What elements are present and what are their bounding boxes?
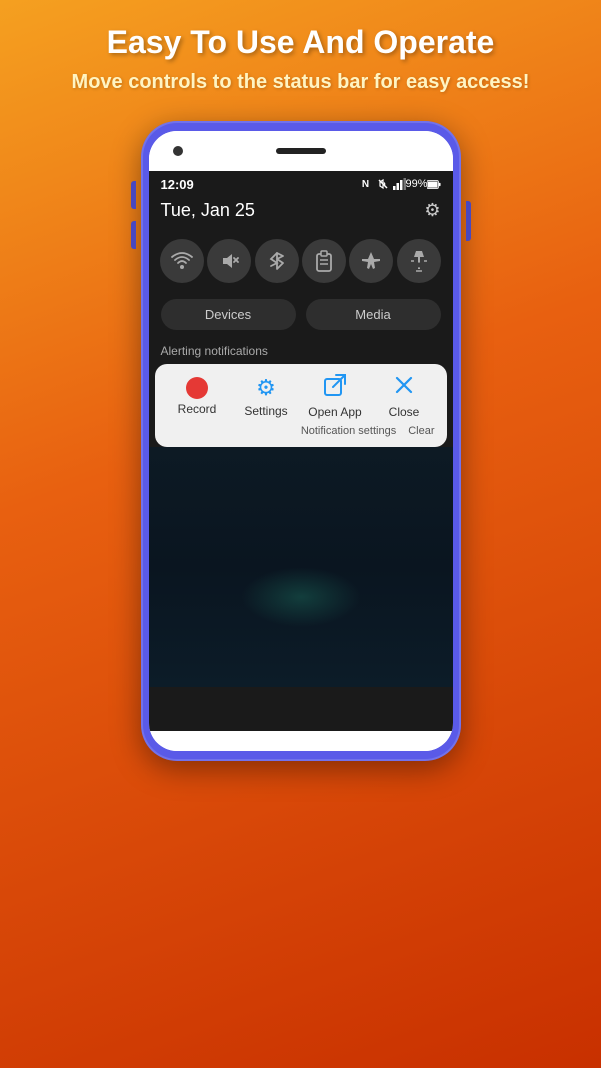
clipboard-toggle[interactable] [302, 239, 346, 283]
open-app-icon [324, 374, 346, 402]
android-screen: 12:09 N 99% [149, 171, 453, 731]
record-icon [186, 377, 208, 399]
notification-actions: Record ⚙ Settings Open App [163, 374, 439, 419]
screen-bottom-area [149, 447, 453, 687]
notification-settings-link[interactable]: Notification settings [301, 425, 396, 437]
mute-status-icon [376, 177, 390, 191]
power-button [466, 201, 471, 241]
open-app-action[interactable]: Open App [305, 374, 365, 419]
camera-icon [173, 146, 183, 156]
airplane-toggle[interactable] [349, 239, 393, 283]
screen-glow [241, 567, 361, 627]
volume-up-button [131, 181, 136, 209]
notification-card: Record ⚙ Settings Open App [155, 364, 447, 447]
settings-icon: ⚙ [256, 375, 276, 401]
header-section: Easy To Use And Operate Move controls to… [0, 0, 601, 111]
phone-mockup: 12:09 N 99% [141, 121, 461, 761]
close-icon [393, 374, 415, 402]
phone-bottom-bar [149, 731, 453, 751]
main-title: Easy To Use And Operate [20, 24, 581, 61]
record-action[interactable]: Record [167, 377, 227, 416]
notification-clear-link[interactable]: Clear [408, 425, 434, 437]
open-app-label: Open App [308, 405, 361, 419]
settings-action[interactable]: ⚙ Settings [236, 375, 296, 418]
volume-down-button [131, 221, 136, 249]
speaker-bar [276, 148, 326, 154]
phone-top-bar [149, 131, 453, 171]
mute-toggle[interactable] [207, 239, 251, 283]
battery-status-icon [427, 177, 441, 191]
date-settings-icon[interactable]: ⚙ [424, 200, 440, 221]
phone-screen: 12:09 N 99% [149, 131, 453, 751]
notification-bottom-row: Notification settings Clear [163, 419, 439, 437]
flashlight-toggle[interactable] [397, 239, 441, 283]
sub-title: Move controls to the status bar for easy… [20, 69, 581, 95]
quick-toggles-row [149, 231, 453, 295]
record-label: Record [178, 402, 217, 416]
status-bar: 12:09 N 99% [149, 171, 453, 196]
media-button[interactable]: Media [306, 299, 441, 330]
alerting-label: Alerting notifications [149, 340, 453, 364]
bluetooth-toggle[interactable] [255, 239, 299, 283]
status-icons: N 99% [359, 177, 441, 191]
devices-media-row: Devices Media [149, 295, 453, 340]
close-label: Close [389, 405, 420, 419]
wifi-toggle[interactable] [160, 239, 204, 283]
settings-label: Settings [244, 404, 287, 418]
battery-status-text: 99% [410, 177, 424, 191]
signal-status-icon [393, 177, 407, 191]
close-action[interactable]: Close [374, 374, 434, 419]
nfc-status-icon: N [359, 177, 373, 191]
date-display: Tue, Jan 25 [161, 200, 255, 221]
phone-outer-shell: 12:09 N 99% [141, 121, 461, 761]
devices-button[interactable]: Devices [161, 299, 296, 330]
status-time: 12:09 [161, 177, 194, 192]
date-row: Tue, Jan 25 ⚙ [149, 196, 453, 231]
